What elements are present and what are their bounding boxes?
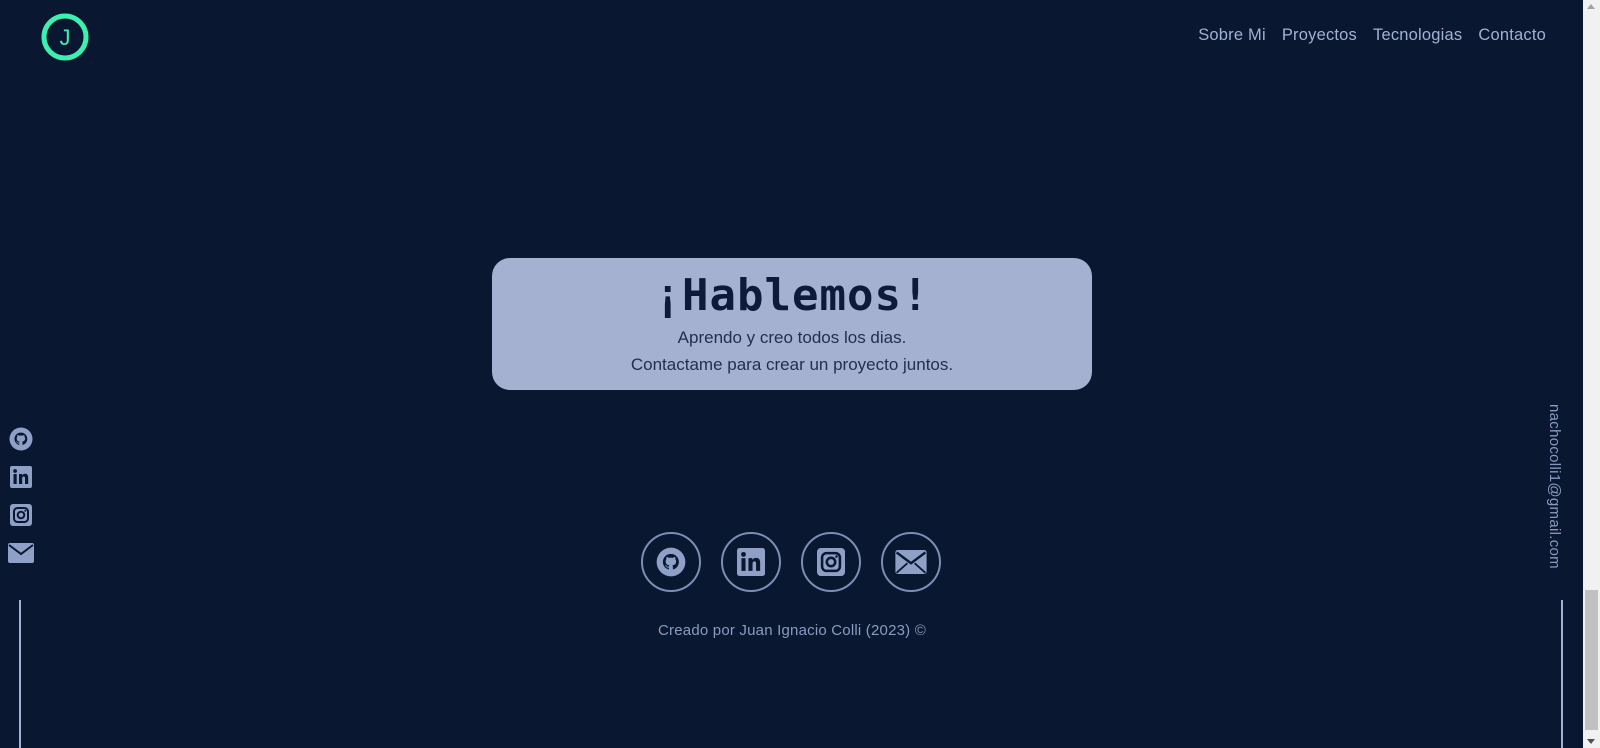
instagram-icon — [817, 548, 845, 576]
nav-tecnologias[interactable]: Tecnologias — [1373, 26, 1462, 45]
side-email-link[interactable]: nachocolli1@gmail.com — [1546, 404, 1563, 569]
scroll-up-icon[interactable] — [1587, 4, 1595, 9]
scroll-down-icon[interactable] — [1587, 739, 1595, 744]
logo[interactable]: J — [40, 12, 90, 62]
nav-contacto[interactable]: Contacto — [1478, 26, 1546, 45]
side-github-link[interactable] — [8, 427, 34, 451]
contact-card: ¡Hablemos! Aprendo y creo todos los dias… — [492, 258, 1092, 390]
scrollbar-thumb[interactable] — [1585, 590, 1598, 730]
footer-social-links — [641, 532, 941, 592]
side-linkedin-link[interactable] — [8, 465, 34, 489]
main-nav: Sobre Mi Proyectos Tecnologias Contacto — [1198, 26, 1546, 45]
contact-line-1: Aprendo y creo todos los dias. — [677, 328, 907, 347]
footer-instagram-link[interactable] — [801, 532, 861, 592]
side-social-links — [8, 427, 34, 565]
logo-icon: J — [41, 13, 89, 61]
footer-mail-link[interactable] — [881, 532, 941, 592]
side-email: nachocolli1@gmail.com — [1546, 404, 1572, 574]
mail-icon — [8, 543, 34, 563]
github-icon — [656, 547, 686, 577]
mail-icon — [895, 550, 927, 574]
side-instagram-link[interactable] — [8, 503, 34, 527]
footer-credits: Creado por Juan Ignacio Colli (2023) © — [658, 622, 926, 639]
instagram-icon — [10, 504, 32, 526]
github-icon — [9, 427, 33, 451]
nav-proyectos[interactable]: Proyectos — [1282, 26, 1357, 45]
footer-github-link[interactable] — [641, 532, 701, 592]
contact-title: ¡Hablemos! — [654, 270, 930, 321]
contact-line-2: Contactame para crear un proyecto juntos… — [630, 355, 954, 374]
nav-sobre-mi[interactable]: Sobre Mi — [1198, 26, 1266, 45]
linkedin-icon — [10, 466, 32, 488]
page-scrollbar[interactable] — [1583, 0, 1600, 748]
page: J Sobre Mi Proyectos Tecnologias Contact… — [0, 0, 1600, 748]
side-mail-link[interactable] — [8, 541, 34, 565]
footer-linkedin-link[interactable] — [721, 532, 781, 592]
linkedin-icon — [737, 548, 765, 576]
logo-letter: J — [60, 25, 71, 50]
